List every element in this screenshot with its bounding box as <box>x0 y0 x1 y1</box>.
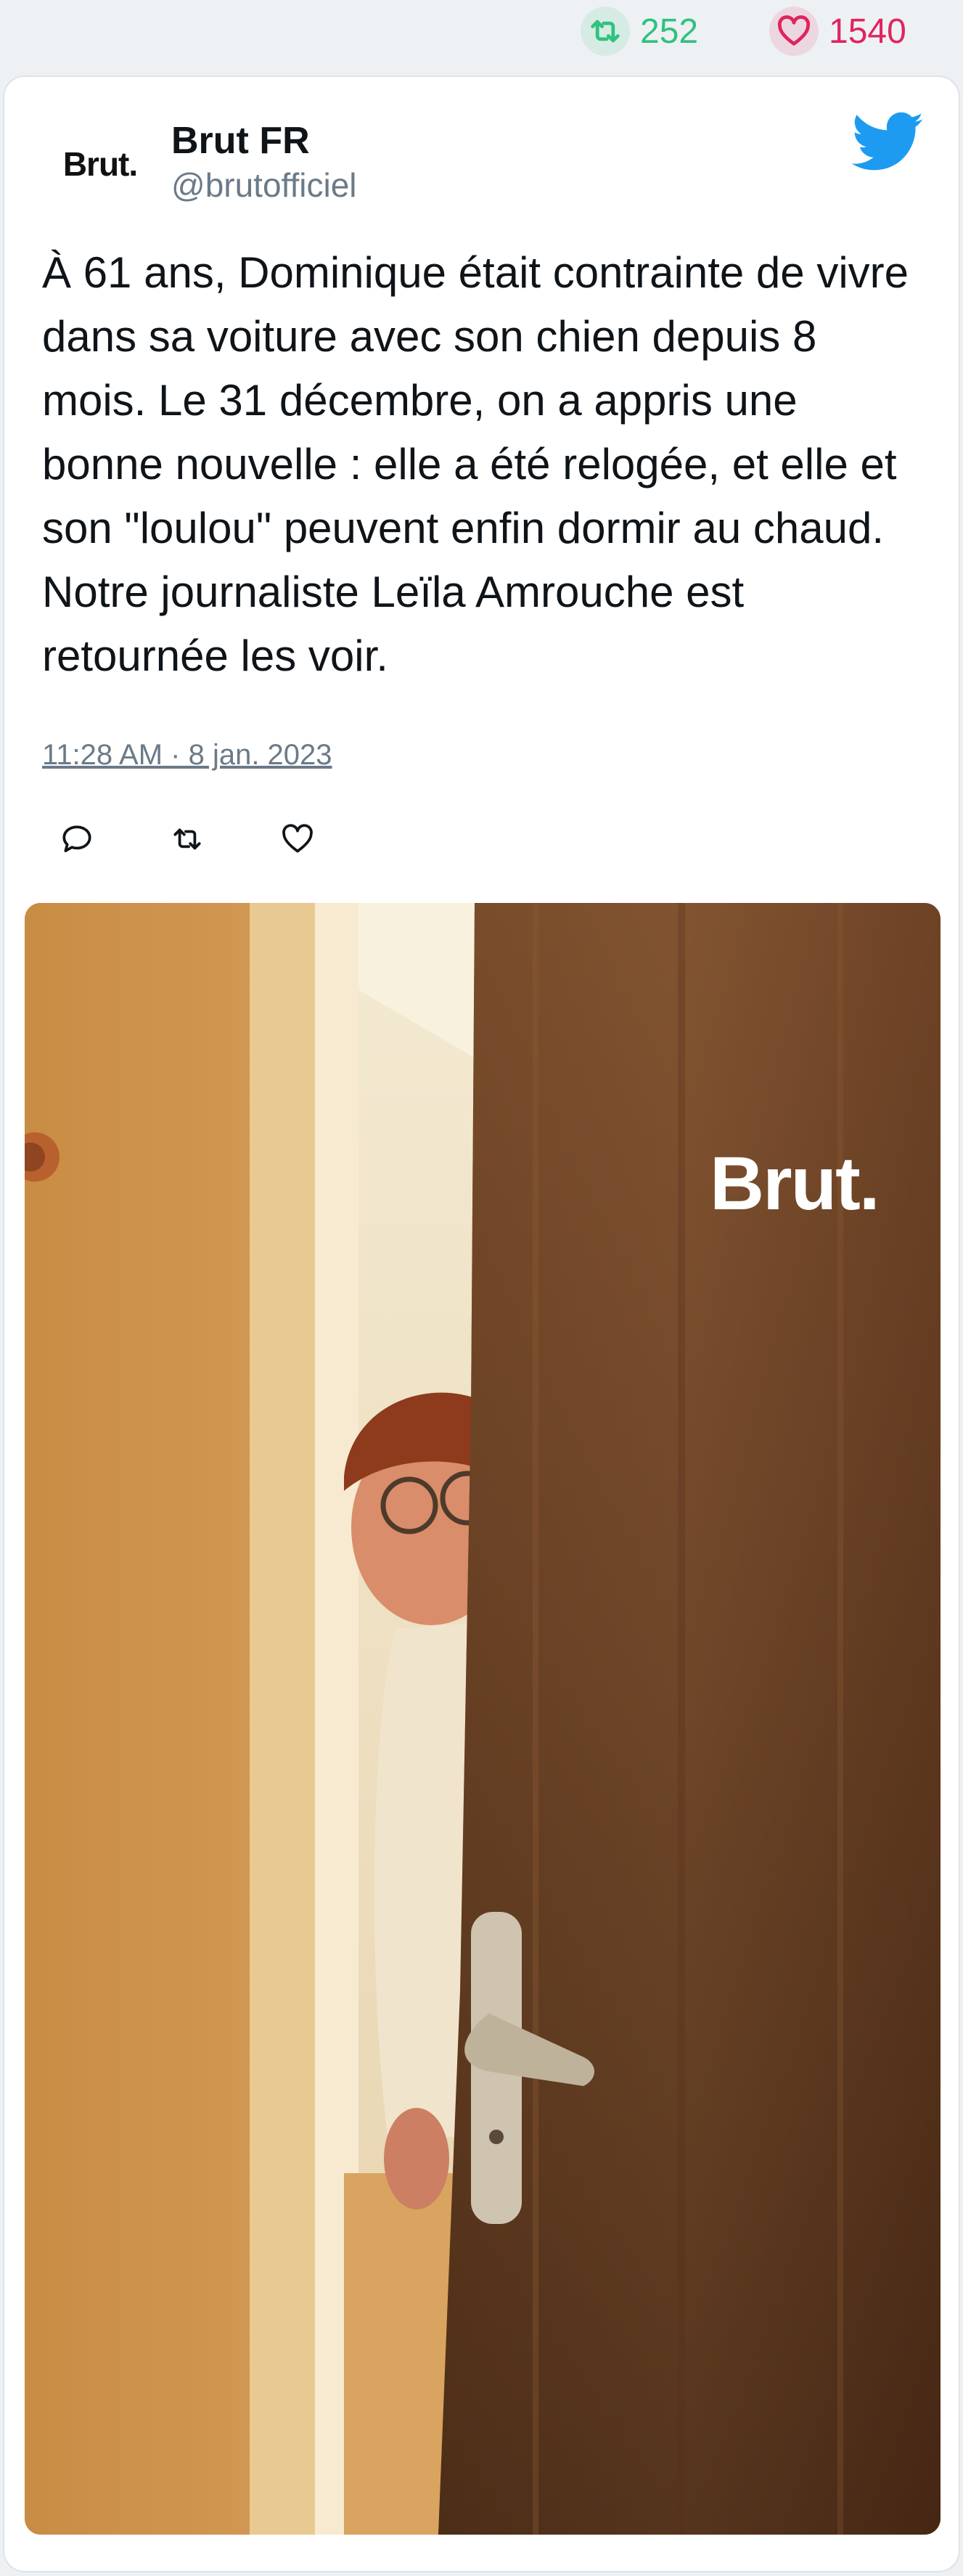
brut-watermark: Brut. <box>710 1142 880 1226</box>
retweet-count[interactable]: 252 <box>581 6 698 57</box>
like-count[interactable]: 1540 <box>769 6 906 57</box>
like-count-value: 1540 <box>829 12 906 51</box>
retweet-icon <box>581 7 630 56</box>
like-button[interactable] <box>276 817 319 861</box>
reply-icon <box>62 825 91 853</box>
retweet-button[interactable] <box>165 817 209 861</box>
heart-icon <box>282 824 313 853</box>
tweet-stats-bar: 252 1540 <box>0 0 963 62</box>
reply-button[interactable] <box>55 817 99 861</box>
tweet-text: À 61 ans, Dominique était contrainte de … <box>42 248 909 680</box>
author-name[interactable]: Brut FR <box>171 119 310 163</box>
tweet-timestamp-link[interactable]: 11:28 AM · 8 jan. 2023 <box>42 739 332 772</box>
twitter-bird-icon[interactable] <box>852 110 925 174</box>
tweet-media-photo[interactable]: Brut. <box>25 903 941 2535</box>
avatar[interactable]: Brut. <box>42 120 158 208</box>
tweet-card: Brut. Brut FR @brutofficiel À 61 ans, Do… <box>3 75 960 2572</box>
retweet-icon <box>173 828 201 850</box>
author-handle[interactable]: @brutofficiel <box>171 165 357 205</box>
heart-icon <box>769 7 819 56</box>
retweet-count-value: 252 <box>640 12 699 51</box>
